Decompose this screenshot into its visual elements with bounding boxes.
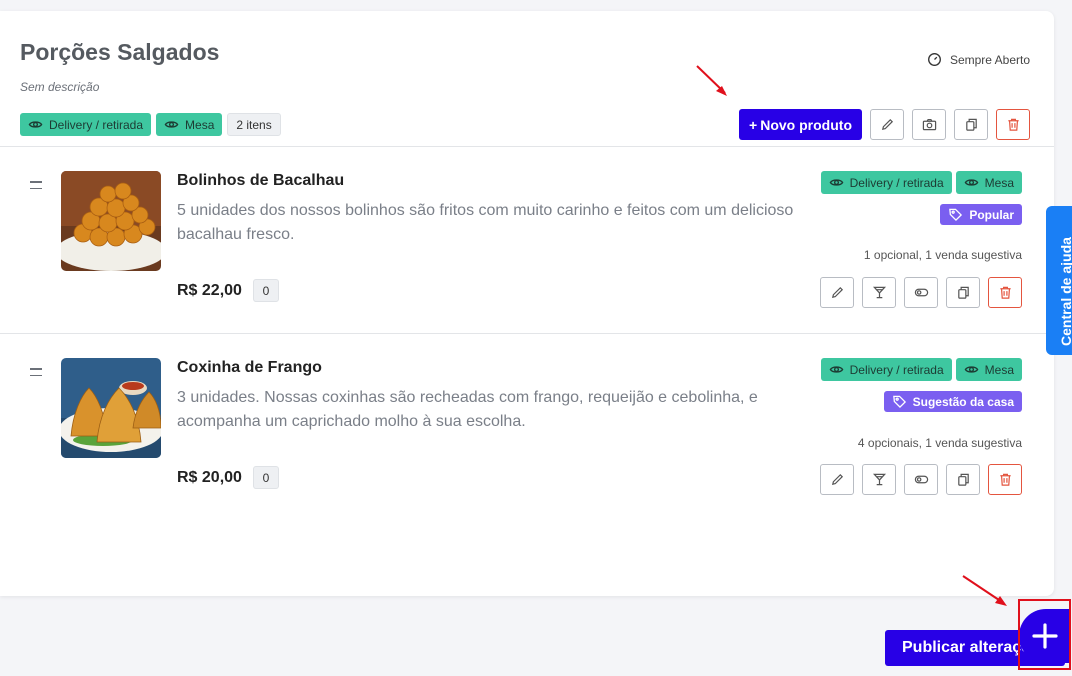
copy-icon bbox=[957, 286, 969, 299]
product-name: Coxinha de Frango bbox=[177, 359, 322, 376]
glass-icon bbox=[872, 473, 886, 486]
product-filter-button[interactable] bbox=[862, 464, 896, 495]
highlight-box bbox=[1018, 599, 1071, 670]
tag-delivery: Delivery / retirada bbox=[820, 358, 952, 381]
pencil-icon bbox=[831, 473, 843, 486]
product-row[interactable]: Bolinhos de Bacalhau 5 unidades dos noss… bbox=[0, 147, 1054, 333]
copy-icon bbox=[957, 473, 969, 486]
category-card: Porções Salgados Sem descrição Sempre Ab… bbox=[0, 11, 1054, 596]
product-toggle-button[interactable] bbox=[904, 277, 938, 308]
pencil-icon bbox=[831, 286, 843, 299]
product-description: 3 unidades. Nossas coxinhas são recheada… bbox=[177, 389, 758, 430]
eye-icon bbox=[829, 179, 843, 186]
edit-category-button[interactable] bbox=[870, 109, 904, 140]
new-product-button[interactable]: + Novo produto bbox=[739, 109, 862, 140]
product-row[interactable]: Coxinha de Frango 3 unidades. Nossas cox… bbox=[0, 334, 1054, 520]
eye-icon bbox=[964, 366, 979, 373]
camera-icon bbox=[922, 119, 936, 131]
product-tags: Delivery / retirada Mesa bbox=[820, 358, 1022, 381]
product-image bbox=[61, 358, 161, 458]
item-count-badge: 2 itens bbox=[227, 113, 281, 136]
delete-product-button[interactable] bbox=[988, 464, 1022, 495]
edit-product-button[interactable] bbox=[820, 277, 854, 308]
schedule-label: Sempre Aberto bbox=[949, 52, 1030, 67]
eye-icon bbox=[164, 121, 179, 128]
product-filter-button[interactable] bbox=[862, 277, 896, 308]
pencil-icon bbox=[881, 118, 893, 131]
annotation-arrow-icon bbox=[962, 575, 1007, 606]
tag-mesa: Mesa bbox=[955, 358, 1022, 381]
copy-icon bbox=[965, 118, 977, 131]
trash-icon bbox=[1007, 118, 1019, 131]
category-title: Porções Salgados bbox=[20, 39, 220, 65]
help-center-label: Central de ajuda bbox=[1058, 237, 1072, 346]
edit-product-button[interactable] bbox=[820, 464, 854, 495]
eye-icon bbox=[964, 179, 979, 186]
duplicate-product-button[interactable] bbox=[946, 277, 980, 308]
duplicate-category-button[interactable] bbox=[954, 109, 988, 140]
product-tags: Delivery / retirada Mesa bbox=[820, 171, 1022, 194]
toggle-icon bbox=[914, 288, 928, 297]
category-tags: Delivery / retirada Mesa 2 itens bbox=[20, 113, 281, 136]
product-price: R$ 20,00 bbox=[177, 469, 242, 486]
category-schedule[interactable]: Sempre Aberto bbox=[927, 52, 1030, 67]
delete-category-button[interactable] bbox=[996, 109, 1030, 140]
delete-product-button[interactable] bbox=[988, 277, 1022, 308]
product-extras-info: 1 opcional, 1 venda sugestiva bbox=[863, 248, 1022, 262]
clock-icon bbox=[927, 53, 941, 66]
toggle-icon bbox=[914, 475, 928, 484]
product-name: Bolinhos de Bacalhau bbox=[177, 172, 345, 189]
product-count-badge: 0 bbox=[253, 466, 279, 489]
tag-delivery: Delivery / retirada bbox=[820, 171, 952, 194]
duplicate-product-button[interactable] bbox=[946, 464, 980, 495]
eye-icon bbox=[829, 366, 843, 373]
glass-icon bbox=[872, 286, 886, 299]
product-image bbox=[61, 171, 161, 271]
product-price: R$ 22,00 bbox=[177, 282, 242, 299]
product-actions bbox=[820, 277, 1022, 308]
eye-icon bbox=[28, 121, 43, 128]
trash-icon bbox=[999, 473, 1011, 486]
product-toggle-button[interactable] bbox=[904, 464, 938, 495]
tag-mesa: Mesa bbox=[156, 113, 223, 136]
product-badge: Sugestão da casa bbox=[883, 391, 1022, 414]
tag-mesa: Mesa bbox=[955, 171, 1022, 194]
product-badge: Popular bbox=[940, 204, 1022, 227]
tag-delivery: Delivery / retirada bbox=[20, 113, 152, 136]
product-extras-info: 4 opcionais, 1 venda sugestiva bbox=[857, 436, 1022, 450]
product-description: 5 unidades dos nossos bolinhos são frito… bbox=[177, 202, 794, 243]
drag-handle-icon[interactable] bbox=[30, 181, 42, 194]
category-description: Sem descrição bbox=[20, 80, 100, 94]
tag-icon bbox=[949, 208, 963, 222]
product-count-badge: 0 bbox=[253, 279, 279, 302]
plus-icon: + bbox=[749, 116, 758, 133]
tag-icon bbox=[892, 395, 906, 409]
trash-icon bbox=[999, 286, 1011, 299]
category-actions: + Novo produto bbox=[739, 109, 1030, 140]
product-actions bbox=[820, 464, 1022, 495]
category-photo-button[interactable] bbox=[912, 109, 946, 140]
help-center-tab[interactable]: Central de ajuda bbox=[1046, 206, 1072, 355]
annotation-arrow-icon bbox=[696, 65, 727, 96]
drag-handle-icon[interactable] bbox=[30, 368, 42, 381]
